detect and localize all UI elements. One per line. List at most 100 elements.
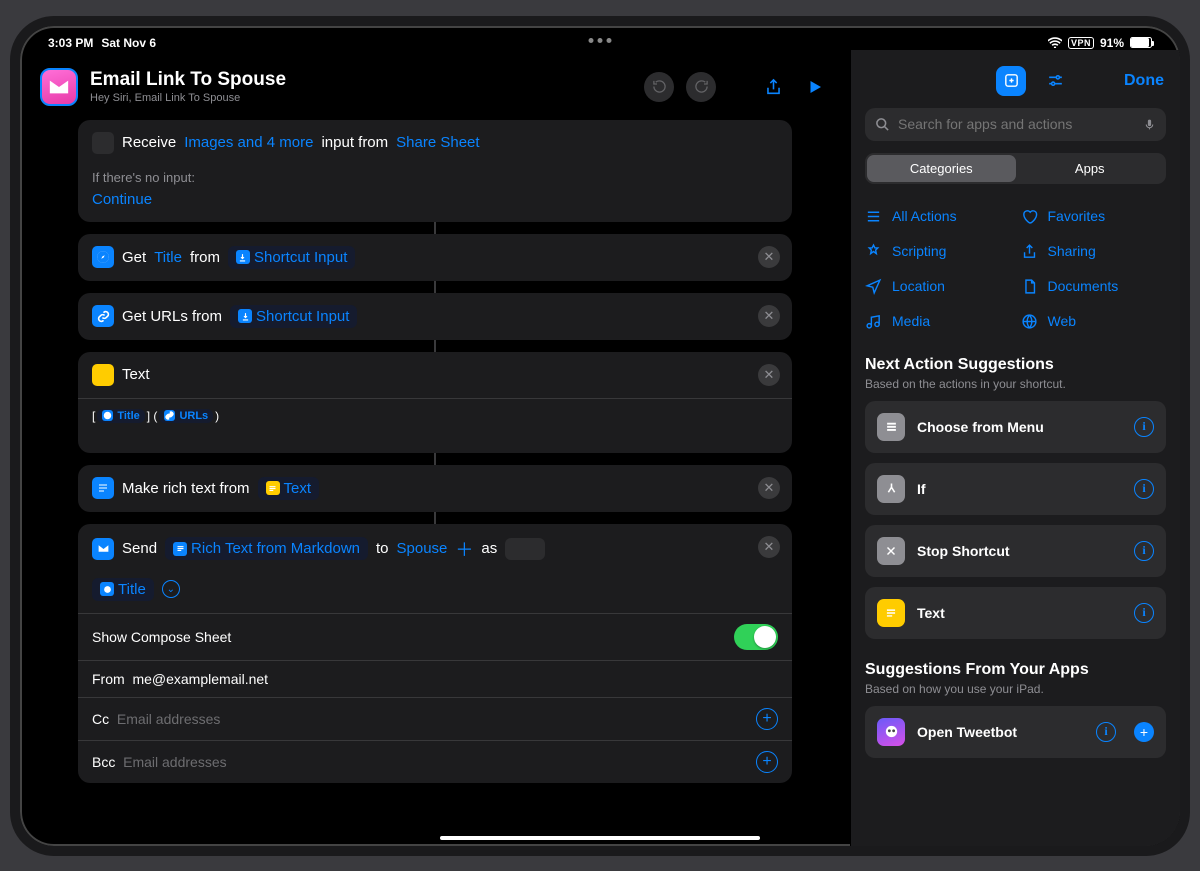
delete-action-button[interactable]: ✕	[758, 305, 780, 327]
suggestion-item[interactable]: If i	[865, 463, 1166, 515]
add-bcc-button[interactable]: +	[756, 751, 778, 773]
done-button[interactable]: Done	[1124, 72, 1164, 90]
delete-action-button[interactable]: ✕	[758, 536, 780, 558]
compose-toggle[interactable]	[734, 624, 778, 650]
shortcut-title[interactable]: Email Link To Spouse	[90, 69, 632, 91]
library-tab-button[interactable]	[996, 66, 1026, 96]
branch-icon	[877, 475, 905, 503]
share-button[interactable]	[758, 72, 788, 102]
menu-icon	[877, 413, 905, 441]
search-field[interactable]	[865, 108, 1166, 141]
add-recipient-button[interactable]: ＋	[455, 536, 473, 562]
app-suggestions-sub: Based on how you use your iPad.	[865, 682, 1166, 696]
richtext-icon	[92, 477, 114, 499]
dictate-icon[interactable]	[1143, 116, 1156, 133]
home-indicator[interactable]	[440, 836, 760, 840]
param-bcc[interactable]: Bcc Email addresses +	[78, 740, 792, 783]
cat-scripting[interactable]: Scripting	[865, 239, 1011, 264]
no-input-action[interactable]: Continue	[92, 191, 152, 208]
status-time: 3:03 PM	[48, 36, 93, 50]
cat-all-actions[interactable]: All Actions	[865, 204, 1011, 229]
property-title[interactable]: Title	[154, 249, 182, 266]
connector	[434, 281, 436, 293]
next-suggestions-title: Next Action Suggestions	[865, 356, 1166, 374]
tweetbot-icon	[877, 718, 905, 746]
info-button[interactable]: i	[1134, 417, 1154, 437]
suggestion-item[interactable]: Text i	[865, 587, 1166, 639]
empty-as-token[interactable]	[505, 538, 545, 560]
undo-button[interactable]	[644, 72, 674, 102]
status-date: Sat Nov 6	[101, 36, 156, 50]
cat-media[interactable]: Media	[865, 309, 1011, 334]
editor-header: Email Link To Spouse Hey Siri, Email Lin…	[20, 62, 850, 120]
connector	[434, 512, 436, 524]
seg-apps[interactable]: Apps	[1016, 155, 1165, 182]
recipient[interactable]: Spouse	[397, 540, 448, 557]
segmented-control[interactable]: Categories Apps	[865, 153, 1166, 184]
link-icon	[92, 305, 114, 327]
shortcut-icon[interactable]	[40, 68, 78, 106]
action-get-title[interactable]: ✕ Get Title from Shortcut Input	[78, 234, 792, 281]
input-source[interactable]: Share Sheet	[396, 134, 479, 151]
seg-categories[interactable]: Categories	[867, 155, 1016, 182]
search-input[interactable]	[898, 116, 1135, 132]
status-bar: 3:03 PM Sat Nov 6 VPN 91%	[20, 26, 1180, 50]
app-suggestion-item[interactable]: Open Tweetbot i +	[865, 706, 1166, 758]
add-cc-button[interactable]: +	[756, 708, 778, 730]
action-get-urls[interactable]: ✕ Get URLs from Shortcut Input	[78, 293, 792, 340]
settings-tab-button[interactable]	[1040, 66, 1070, 96]
cat-location[interactable]: Location	[865, 274, 1011, 299]
text-icon	[92, 364, 114, 386]
var-shortcut-input[interactable]: Shortcut Input	[228, 246, 355, 269]
var-shortcut-input[interactable]: Shortcut Input	[230, 305, 357, 328]
action-library-sidebar: Done Categories Apps All Actions Favorit…	[850, 50, 1180, 846]
input-types[interactable]: Images and 4 more	[184, 134, 313, 151]
run-button[interactable]	[800, 72, 830, 102]
delete-action-button[interactable]: ✕	[758, 477, 780, 499]
wifi-icon	[1048, 37, 1062, 48]
action-send-email[interactable]: ✕ Send Rich Text from Markdown to Spouse…	[78, 524, 792, 783]
var-urls[interactable]: URLs	[159, 409, 213, 423]
expand-toggle[interactable]: ⌄	[162, 580, 180, 598]
info-button[interactable]: i	[1096, 722, 1116, 742]
vpn-indicator: VPN	[1068, 37, 1094, 49]
param-from[interactable]: From me@examplemail.net	[78, 660, 792, 697]
stop-icon	[877, 537, 905, 565]
info-button[interactable]: i	[1134, 479, 1154, 499]
delete-action-button[interactable]: ✕	[758, 364, 780, 386]
cat-web[interactable]: Web	[1021, 309, 1167, 334]
text-body[interactable]: [ Title ] ( URLs )	[78, 398, 792, 453]
cat-favorites[interactable]: Favorites	[1021, 204, 1167, 229]
var-title[interactable]: Title	[97, 409, 144, 423]
action-make-richtext[interactable]: ✕ Make rich text from Text	[78, 465, 792, 512]
delete-action-button[interactable]: ✕	[758, 246, 780, 268]
var-text[interactable]: Text	[258, 477, 320, 500]
cat-documents[interactable]: Documents	[1021, 274, 1167, 299]
next-suggestions-sub: Based on the actions in your shortcut.	[865, 377, 1166, 391]
var-subject[interactable]: Title	[92, 578, 154, 601]
battery-icon	[1130, 37, 1152, 48]
var-richtext[interactable]: Rich Text from Markdown	[165, 537, 368, 560]
cat-sharing[interactable]: Sharing	[1021, 239, 1167, 264]
action-text[interactable]: ✕ Text [ Title ] ( URLs )	[78, 352, 792, 453]
workflow-canvas[interactable]: Receive Images and 4 more input from Sha…	[20, 120, 850, 846]
connector	[434, 340, 436, 352]
text-icon	[877, 599, 905, 627]
param-cc[interactable]: Cc Email addresses +	[78, 697, 792, 740]
shortcut-subtitle: Hey Siri, Email Link To Spouse	[90, 92, 632, 104]
info-button[interactable]: i	[1134, 603, 1154, 623]
add-action-button[interactable]: +	[1134, 722, 1154, 742]
suggestion-item[interactable]: Stop Shortcut i	[865, 525, 1166, 577]
suggestion-item[interactable]: Choose from Menu i	[865, 401, 1166, 453]
redo-button[interactable]	[686, 72, 716, 102]
action-receive-input[interactable]: Receive Images and 4 more input from Sha…	[78, 120, 792, 222]
safari-icon	[92, 246, 114, 268]
input-icon	[92, 132, 114, 154]
multitask-button[interactable]	[589, 38, 612, 43]
battery-percent: 91%	[1100, 36, 1124, 50]
mail-icon	[92, 538, 114, 560]
ipad-frame: 3:03 PM Sat Nov 6 VPN 91% Email Link To …	[10, 16, 1190, 856]
app-suggestions-title: Suggestions From Your Apps	[865, 661, 1166, 679]
search-icon	[875, 117, 890, 132]
info-button[interactable]: i	[1134, 541, 1154, 561]
